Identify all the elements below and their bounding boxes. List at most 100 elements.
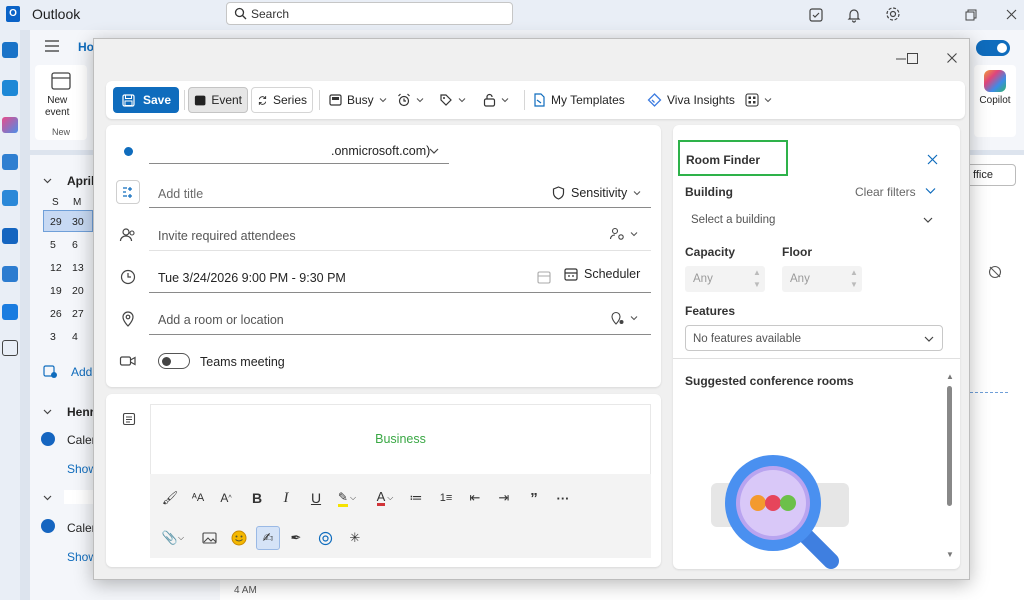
ribbon-tab-home[interactable]: Ho	[78, 40, 94, 54]
reminder-dropdown[interactable]	[392, 87, 429, 113]
increase-indent-icon[interactable]: ⇥	[492, 486, 516, 510]
apps-dropdown[interactable]	[740, 87, 777, 113]
calendar-day[interactable]: 26	[50, 308, 62, 320]
capacity-stepper[interactable]: Any ▲ ▼	[685, 266, 765, 292]
clear-filters-link[interactable]: Clear filters	[855, 185, 916, 199]
title-icon-button[interactable]	[116, 180, 140, 204]
series-button[interactable]: Series	[251, 87, 313, 113]
room-options-dropdown[interactable]	[609, 310, 638, 326]
close-window-icon[interactable]	[1006, 9, 1017, 20]
my-templates-button[interactable]: My Templates	[528, 87, 630, 113]
show-as-icon	[329, 94, 342, 106]
viva-insights-button[interactable]: Viva Insights	[642, 87, 740, 113]
my-day-icon[interactable]	[808, 7, 824, 23]
bullets-icon[interactable]: ≔	[404, 486, 428, 510]
more-options-icon[interactable]: ···	[551, 486, 575, 510]
new-event-group[interactable]: New event New	[35, 65, 87, 140]
calendar-check-icon[interactable]	[41, 519, 55, 533]
body-editor[interactable]: Business	[150, 404, 651, 474]
hide-icon[interactable]	[988, 265, 1002, 279]
floor-stepper[interactable]: Any ▲ ▼	[782, 266, 862, 292]
add-calendar-icon[interactable]	[43, 364, 57, 378]
picture-icon[interactable]	[197, 526, 221, 550]
copilot-draft-icon[interactable]	[313, 526, 337, 550]
calendar-day[interactable]: 27	[72, 308, 84, 320]
calendar-day[interactable]: 30	[72, 216, 84, 228]
quote-icon[interactable]: ”	[522, 486, 546, 510]
private-dropdown[interactable]	[478, 87, 514, 113]
building-dropdown[interactable]: Select a building	[685, 207, 943, 233]
font-size-increase-icon[interactable]: A ^	[214, 486, 238, 510]
calendar-day[interactable]: 19	[50, 285, 62, 297]
add-calendar-link[interactable]: Add	[71, 365, 92, 379]
italic-icon[interactable]: I	[274, 486, 298, 510]
calendar-day[interactable]: 12	[50, 262, 62, 274]
calendar-item-2[interactable]: Caler	[67, 521, 96, 535]
calendar-day[interactable]: 20	[72, 285, 84, 297]
time-label: 4 AM	[234, 585, 257, 596]
mail-icon[interactable]	[2, 42, 18, 58]
busy-dropdown[interactable]: Busy	[324, 87, 392, 113]
highlight-icon[interactable]: ✎ ⌵	[332, 486, 362, 510]
calendar-check-icon[interactable]	[41, 432, 55, 446]
styles-icon[interactable]: ✍	[256, 526, 280, 550]
font-size-decrease-icon[interactable]: ᴬA	[186, 486, 210, 510]
calendar-icon[interactable]	[2, 80, 18, 96]
save-button[interactable]: Save	[113, 87, 179, 113]
calendar-day[interactable]: 13	[72, 262, 84, 274]
decrease-indent-icon[interactable]: ⇤	[463, 486, 487, 510]
scrollbar[interactable]: ▲ ▼	[945, 372, 955, 562]
font-color-icon[interactable]: A ⌵	[370, 486, 400, 510]
format-painter-icon[interactable]: 🖌	[158, 486, 182, 510]
copilot-rail-icon[interactable]	[2, 117, 18, 133]
calendar-day[interactable]: 3	[50, 331, 56, 343]
from-account-dropdown[interactable]: .onmicrosoft.com)	[149, 139, 449, 163]
chevron-down-icon[interactable]	[925, 187, 936, 195]
restore-window-icon[interactable]	[965, 9, 977, 21]
attendee-options-dropdown[interactable]	[609, 226, 638, 242]
todo-icon[interactable]	[2, 190, 18, 206]
location-input[interactable]: Add a room or location	[158, 313, 284, 327]
maximize-icon[interactable]	[907, 53, 918, 64]
title-input[interactable]: Add title	[158, 187, 203, 201]
office-button[interactable]: ffice	[964, 164, 1016, 186]
settings-icon[interactable]	[885, 6, 901, 22]
calendar-day[interactable]: 4	[72, 331, 78, 343]
datetime-field[interactable]: Tue 3/24/2026 9:00 PM - 9:30 PM	[158, 271, 346, 285]
features-dropdown[interactable]: No features available	[685, 325, 943, 351]
close-icon[interactable]	[947, 53, 957, 63]
event-button[interactable]: Event	[188, 87, 248, 113]
numbering-icon[interactable]: 1≡	[434, 486, 458, 510]
onedrive-icon[interactable]	[2, 304, 18, 320]
attach-icon[interactable]: 📎 ⌵	[158, 526, 188, 550]
calendar-item[interactable]: Caler	[67, 433, 96, 447]
calendar-day[interactable]: 29	[50, 216, 62, 228]
calendar-day[interactable]: 5	[50, 239, 56, 251]
calendar-day[interactable]: 6	[72, 239, 78, 251]
hamburger-icon[interactable]	[45, 40, 59, 52]
new-outlook-toggle[interactable]	[976, 40, 1010, 56]
attendees-input[interactable]: Invite required attendees	[158, 229, 296, 243]
chevron-down-icon[interactable]	[43, 407, 52, 416]
close-icon[interactable]	[927, 154, 938, 165]
people-icon[interactable]	[2, 154, 18, 170]
draw-icon[interactable]: ✒	[284, 526, 308, 550]
sensitivity-dropdown[interactable]: Sensitivity	[552, 183, 641, 203]
notifications-icon[interactable]	[846, 7, 862, 23]
underline-icon[interactable]: U	[304, 486, 328, 510]
org-icon[interactable]	[2, 266, 18, 282]
categorize-dropdown[interactable]	[434, 87, 471, 113]
search-input[interactable]: Search	[226, 2, 513, 25]
files-icon[interactable]	[2, 228, 18, 244]
chevron-down-icon[interactable]	[43, 176, 52, 185]
scheduler-button[interactable]: Scheduler	[564, 267, 640, 281]
emoji-icon[interactable]	[227, 526, 251, 550]
teams-meeting-toggle[interactable]	[158, 353, 190, 369]
accessibility-icon[interactable]: ✳	[343, 526, 367, 550]
room-availability-icon[interactable]	[537, 270, 551, 284]
bold-icon[interactable]: B	[245, 486, 269, 510]
chevron-down-icon[interactable]	[43, 493, 52, 502]
minimize-icon[interactable]	[896, 58, 906, 60]
apps-icon[interactable]	[2, 340, 18, 356]
copilot-button[interactable]: Copilot	[974, 65, 1016, 137]
